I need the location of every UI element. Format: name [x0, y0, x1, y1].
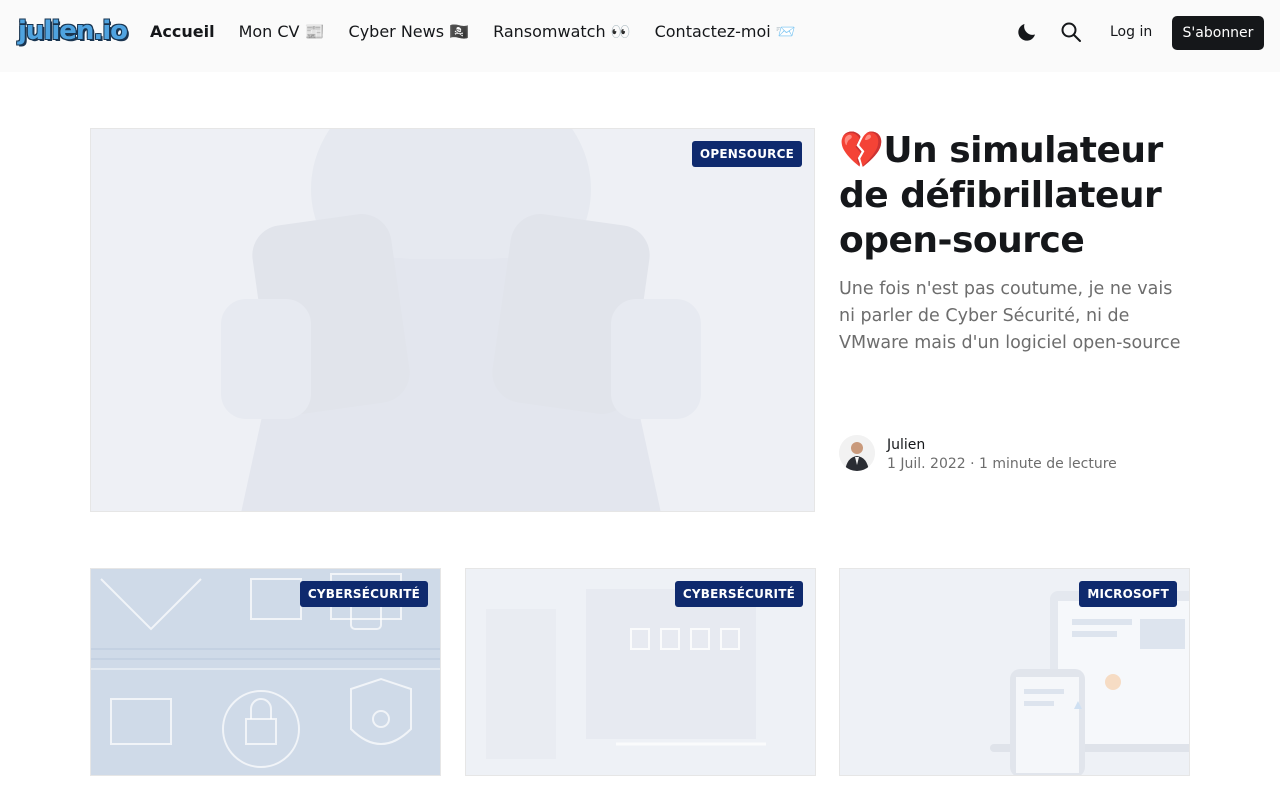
- meta-separator: ·: [970, 456, 980, 472]
- logo-text: julien.io: [18, 16, 128, 46]
- main-nav: Accueil Mon CV 📰 Cyber News 🏴‍☠️ Ransomw…: [150, 20, 796, 44]
- subscribe-button[interactable]: S'abonner: [1172, 16, 1264, 50]
- read-time: 1 minute de lecture: [979, 456, 1117, 472]
- site-logo[interactable]: julien.io: [18, 14, 128, 48]
- author-name[interactable]: Julien: [887, 436, 925, 454]
- site-header: julien.io Accueil Mon CV 📰 Cyber News 🏴‍…: [0, 0, 1280, 72]
- search-icon[interactable]: [1059, 20, 1083, 44]
- login-link[interactable]: Log in: [1110, 22, 1152, 42]
- featured-excerpt: Une fois n'est pas coutume, je ne vais n…: [839, 279, 1181, 353]
- author-avatar[interactable]: [839, 435, 875, 471]
- nav-item-accueil[interactable]: Accueil: [150, 20, 215, 44]
- featured-tag[interactable]: OPENSOURCE: [691, 141, 802, 167]
- featured-image[interactable]: OPENSOURCE: [90, 128, 815, 512]
- nav-item-mon-cv[interactable]: Mon CV 📰: [239, 20, 325, 44]
- nav-item-cyber-news[interactable]: Cyber News 🏴‍☠️: [349, 20, 470, 44]
- nav-item-contact[interactable]: Contactez-moi 📨: [655, 20, 796, 44]
- defibrillator-illustration: [91, 129, 814, 511]
- moon-icon[interactable]: [1015, 20, 1039, 44]
- card-tag[interactable]: CYBERSÉCURITÉ: [674, 581, 803, 607]
- post-card[interactable]: CYBERSÉCURITÉ: [90, 568, 441, 776]
- post-card[interactable]: CYBERSÉCURITÉ: [465, 568, 816, 776]
- post-card[interactable]: MICROSOFT: [839, 568, 1190, 776]
- nav-item-ransomwatch[interactable]: Ransomwatch 👀: [493, 20, 631, 44]
- card-tag[interactable]: MICROSOFT: [1079, 581, 1177, 607]
- card-tag[interactable]: CYBERSÉCURITÉ: [299, 581, 428, 607]
- featured-title[interactable]: 💔Un simulateur de défibrillateur open-so…: [839, 128, 1199, 263]
- post-meta: 1 Juil. 2022 · 1 minute de lecture: [887, 455, 1117, 473]
- post-date: 1 Juil. 2022: [887, 456, 966, 472]
